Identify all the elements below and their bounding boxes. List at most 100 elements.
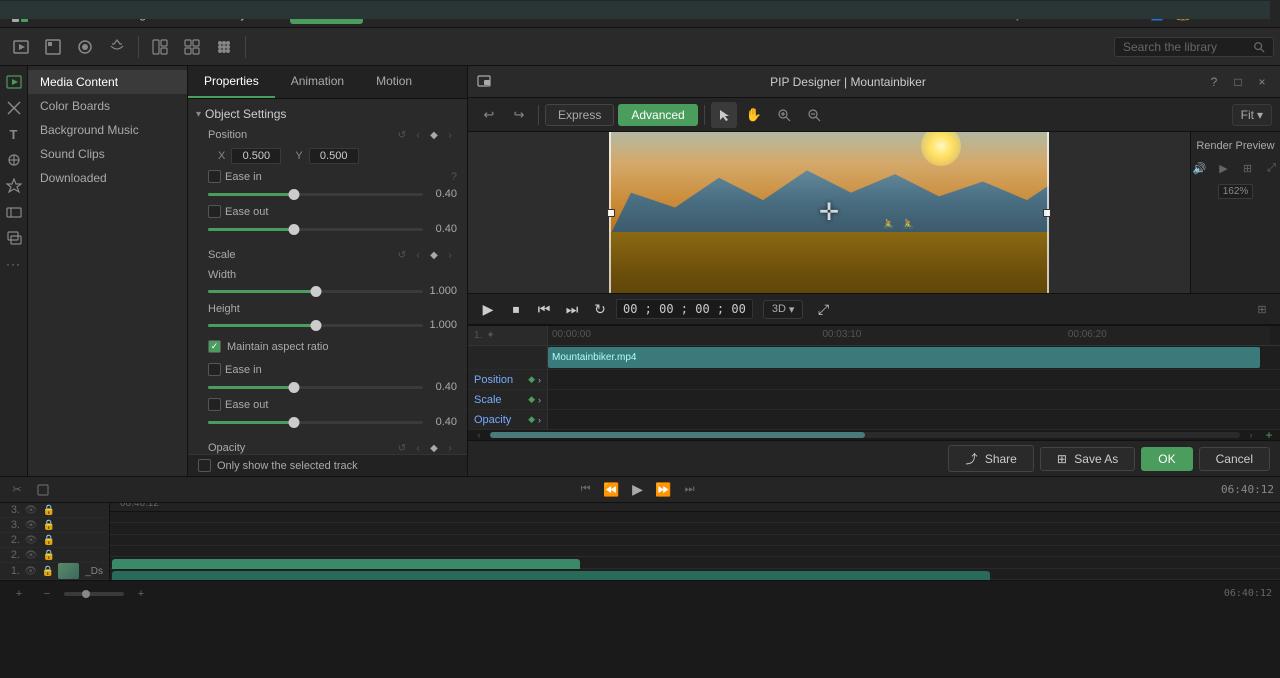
pip-fullscreen-btn[interactable]: ⤢ (811, 297, 835, 321)
opacity-arrow-left-icon[interactable]: ‹ (411, 441, 425, 454)
ease-in-slider[interactable] (208, 193, 423, 196)
pip-undo-btn[interactable]: ↩ (476, 102, 502, 128)
bottom-add-btn[interactable]: + (8, 583, 30, 605)
scale-diamond-icon[interactable]: ◆ (427, 248, 441, 262)
media-icon[interactable] (6, 32, 36, 62)
ease-in-thumb[interactable] (289, 189, 300, 200)
library-item-media[interactable]: Media Content (28, 70, 187, 94)
track-lock-2a[interactable]: 🔒 (42, 533, 56, 547)
scale-ease-out-slider[interactable] (208, 421, 423, 424)
track-vis-3a[interactable]: 👁 (24, 503, 38, 517)
tab-animation[interactable]: Animation (275, 66, 360, 98)
scale-ease-in-slider[interactable] (208, 386, 423, 389)
zoom-thumb[interactable] (82, 590, 90, 598)
sidebar-edit-icon[interactable] (2, 200, 26, 224)
scale-reset-icon[interactable]: ↺ (395, 248, 409, 262)
bottom-zoom-plus-btn[interactable]: + (130, 583, 152, 605)
pip-hand-tool[interactable]: ✋ (741, 102, 767, 128)
search-input[interactable] (1123, 40, 1253, 54)
sidebar-media-icon[interactable] (2, 70, 26, 94)
tl-skip-start-btn[interactable]: ⏮ (575, 479, 597, 501)
pip-step-back-button[interactable]: ⏮ (532, 297, 556, 321)
scale-ease-in-checkbox[interactable] (208, 363, 221, 376)
scale-arrow-right-icon[interactable]: › (443, 248, 457, 262)
pip-main-clip[interactable]: Mountainbiker.mp4 (548, 347, 1260, 368)
only-track-checkbox[interactable] (198, 459, 211, 472)
sidebar-effects-icon[interactable] (2, 174, 26, 198)
maintain-aspect-checkbox[interactable]: ✓ (208, 340, 221, 353)
y-value-input[interactable] (309, 148, 359, 164)
tab-properties[interactable]: Properties (188, 66, 275, 98)
fit-button[interactable]: Fit ▾ (1232, 104, 1272, 126)
position-diamond-icon[interactable]: ◆ (427, 128, 441, 142)
render-layout-icon[interactable]: ⊞ (1238, 158, 1258, 178)
position-reset-icon[interactable]: ↺ (395, 128, 409, 142)
dialog-close-btn[interactable]: × (1252, 72, 1272, 92)
tl-tool-icon[interactable] (32, 479, 54, 501)
cancel-button[interactable]: Cancel (1199, 447, 1270, 471)
library-item-color[interactable]: Color Boards (28, 94, 187, 118)
ease-in-checkbox[interactable] (208, 170, 221, 183)
track-lock-1a[interactable]: 🔒 (41, 564, 54, 578)
share-button[interactable]: ⤴ Share (948, 445, 1033, 472)
scale-arrow-left-icon[interactable]: ‹ (411, 248, 425, 262)
sidebar-text-icon[interactable]: T (2, 122, 26, 146)
scale-width-thumb[interactable] (310, 286, 321, 297)
advanced-button[interactable]: Advanced (618, 104, 697, 126)
tl-step-fwd-btn[interactable]: ⏩ (653, 479, 675, 501)
ok-button[interactable]: OK (1141, 447, 1192, 471)
opacity-arrow-right-icon[interactable]: › (443, 441, 457, 454)
bottom-zoom-minus-btn[interactable]: − (36, 583, 58, 605)
dialog-maximize-btn[interactable]: □ (1228, 72, 1248, 92)
track-lock-2b[interactable]: 🔒 (42, 548, 56, 562)
track-vis-2a[interactable]: 👁 (24, 533, 38, 547)
library-item-sound[interactable]: Sound Clips (28, 142, 187, 166)
track-vis-3b[interactable]: 👁 (24, 518, 38, 532)
sidebar-more-icon[interactable]: ··· (2, 252, 26, 276)
clip-1b[interactable] (112, 571, 990, 580)
scale-ease-out-checkbox[interactable] (208, 398, 221, 411)
pip-screenshot-btn[interactable]: ⊞ (1252, 299, 1272, 319)
sidebar-cut-icon[interactable] (2, 96, 26, 120)
apps-icon[interactable] (209, 32, 239, 62)
ease-out-checkbox[interactable] (208, 205, 221, 218)
preview-video[interactable]: 🚴 🚴 (609, 132, 1049, 293)
scale-width-slider[interactable] (208, 290, 423, 293)
layout-icon[interactable] (145, 32, 175, 62)
tl-play-btn[interactable]: ▶ (627, 479, 649, 501)
scale-ease-out-thumb[interactable] (289, 417, 300, 428)
render-expand-icon[interactable]: ⤢ (1262, 158, 1280, 178)
pip-loop-button[interactable]: ↻ (588, 297, 612, 321)
tab-motion[interactable]: Motion (360, 66, 428, 98)
track-lock-3b[interactable]: 🔒 (42, 518, 56, 532)
render-audio-icon[interactable]: 🔊 (1190, 158, 1210, 178)
audio-icon[interactable] (102, 32, 132, 62)
track-vis-1a[interactable]: 👁 (24, 564, 37, 578)
sidebar-filter-icon[interactable] (2, 148, 26, 172)
track-vis-2b[interactable]: 👁 (24, 548, 38, 562)
ease-out-slider[interactable] (208, 228, 423, 231)
position-arrow-right-icon[interactable]: › (443, 128, 457, 142)
render-play-icon[interactable]: ▶ (1214, 158, 1234, 178)
pip-cursor-tool[interactable] (711, 102, 737, 128)
track-lock-3a[interactable]: 🔒 (42, 503, 56, 517)
sidebar-overlay-icon[interactable] (2, 226, 26, 250)
pip-zoom-in-tool[interactable] (771, 102, 797, 128)
scale-height-thumb[interactable] (310, 320, 321, 331)
position-arrow-left-icon[interactable]: ‹ (411, 128, 425, 142)
ease-out-thumb[interactable] (289, 224, 300, 235)
grid-icon[interactable] (177, 32, 207, 62)
x-value-input[interactable] (231, 148, 281, 164)
tl-cut-icon[interactable]: ✂ (6, 479, 28, 501)
zoom-slider[interactable] (64, 592, 124, 596)
opacity-diamond-icon[interactable]: ◆ (427, 441, 441, 454)
express-button[interactable]: Express (545, 104, 614, 126)
pip-stop-button[interactable]: ⏹ (504, 297, 528, 321)
library-item-bgmusic[interactable]: Background Music (28, 118, 187, 142)
pip-scroll-track[interactable] (490, 432, 1240, 438)
scale-ease-in-thumb[interactable] (289, 382, 300, 393)
scale-height-slider[interactable] (208, 324, 423, 327)
pip-redo-btn[interactable]: ↪ (506, 102, 532, 128)
pip-play-button[interactable]: ▶ (476, 297, 500, 321)
dialog-help-btn[interactable]: ? (1204, 72, 1224, 92)
